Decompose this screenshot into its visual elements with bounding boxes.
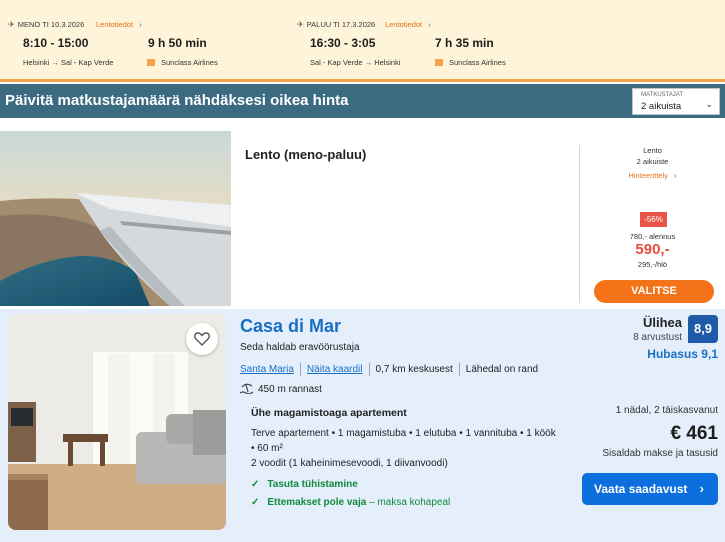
room-description: Terve apartement • 1 magamistuba • 1 elu… bbox=[251, 428, 556, 454]
comfort-score: Hubasus 9,1 bbox=[647, 347, 718, 361]
center-distance: 0,7 km keskusest bbox=[375, 364, 453, 375]
return-leg: ✈ PALUU TI 17.3.2026 Lentotiedot › 16:30 … bbox=[297, 0, 597, 78]
discount-text: 780,- alennus bbox=[629, 232, 676, 241]
passenger-update-banner: Päivitä matkustajamäärä nähdäksesi oikea… bbox=[0, 84, 725, 118]
return-title: ✈ PALUU TI 17.3.2026 bbox=[297, 20, 376, 29]
divider bbox=[458, 363, 460, 376]
select-flight-button[interactable]: VALITSE bbox=[594, 280, 714, 303]
free-cancellation-perk: ✓ Tasuta tühistamine bbox=[251, 479, 358, 490]
heart-icon bbox=[194, 332, 210, 346]
beach-icon bbox=[239, 383, 254, 395]
hotel-name-link[interactable]: Casa di Mar bbox=[240, 316, 341, 337]
see-availability-button[interactable]: Vaata saadavust › bbox=[582, 473, 718, 505]
flight-type-label: Lento (meno-paluu) bbox=[245, 147, 367, 162]
divider bbox=[299, 363, 301, 376]
rating-score-badge: 8,9 bbox=[688, 315, 718, 343]
check-icon: ✓ bbox=[251, 479, 260, 490]
tax-info: Sisaldab makse ja tasusid bbox=[602, 448, 718, 459]
page-root: ✈ MENO TI 10.3.2026 Lentotiedot › 8:10 - … bbox=[0, 0, 725, 542]
return-airline: Sunclass Airlines bbox=[435, 58, 506, 67]
check-icon: ✓ bbox=[251, 497, 260, 508]
beach-distance: 450 m rannast bbox=[239, 382, 322, 395]
flight-summary-header: ✈ MENO TI 10.3.2026 Lentotiedot › 8:10 - … bbox=[0, 0, 725, 82]
chevron-down-icon: ⌄ bbox=[705, 99, 713, 109]
outbound-duration: 9 h 50 min bbox=[148, 36, 207, 50]
hotel-price: € 461 bbox=[670, 423, 718, 444]
chevron-right-icon: › bbox=[699, 481, 704, 496]
banner-text: Päivitä matkustajamäärä nähdäksesi oikea… bbox=[5, 92, 349, 109]
outbound-leg: ✈ MENO TI 10.3.2026 Lentotiedot › 8:10 - … bbox=[8, 0, 288, 78]
return-time: 16:30 - 3:05 bbox=[310, 36, 376, 50]
room-beds: 2 voodit (1 kaheinimesevoodi, 1 diivanvo… bbox=[251, 458, 448, 469]
hotel-location-line: Santa Maria Näita kaardil 0,7 km keskuse… bbox=[240, 363, 538, 376]
outbound-title: ✈ MENO TI 10.3.2026 bbox=[8, 20, 85, 29]
flight-summary-title: Lento bbox=[643, 146, 662, 155]
return-route: Sal - Kap Verde → Helsinki bbox=[310, 58, 401, 67]
chevron-right-icon: › bbox=[139, 20, 142, 29]
rating-word: Ülihea bbox=[642, 315, 682, 330]
return-duration: 7 h 35 min bbox=[435, 36, 494, 50]
beach-note: Lähedal on rand bbox=[465, 364, 539, 375]
passenger-select-value: 2 aikuista bbox=[641, 101, 682, 112]
show-on-map-link[interactable]: Näita kaardil bbox=[307, 364, 363, 375]
area-link[interactable]: Santa Maria bbox=[240, 364, 294, 375]
return-details-link[interactable]: Lentotiedot › bbox=[385, 20, 431, 29]
passenger-select[interactable]: MATKUSTAJAT 2 aikuista ⌄ bbox=[632, 88, 720, 115]
airline-logo bbox=[435, 59, 443, 66]
divider bbox=[368, 363, 370, 376]
flight-price: 590,- bbox=[635, 241, 670, 258]
price-per-person: 295,-/hlö bbox=[637, 260, 668, 269]
airline-logo bbox=[147, 59, 155, 66]
price-breakdown-link[interactable]: Hinteerittely › bbox=[580, 171, 725, 180]
outbound-airline: Sunclass Airlines bbox=[147, 58, 218, 67]
hotel-operator: Seda haldab eravöörustaja bbox=[240, 342, 360, 353]
outbound-route: Helsinki → Sal - Kap Verde bbox=[23, 58, 114, 67]
flight-summary-pax: 2 aikuiste bbox=[636, 157, 669, 166]
plane-icon: ✈ bbox=[8, 20, 15, 29]
no-prepayment-perk: ✓ Ettemakset pole vaja – maksa kohapeal bbox=[251, 497, 451, 508]
chevron-right-icon: › bbox=[428, 20, 431, 29]
outbound-time: 8:10 - 15:00 bbox=[23, 36, 89, 50]
discount-badge: -56% bbox=[640, 212, 667, 227]
stay-info: 1 nädal, 2 täiskasvanut bbox=[615, 405, 718, 416]
outbound-details-link[interactable]: Lentotiedot › bbox=[96, 20, 142, 29]
plane-icon: ✈ bbox=[297, 20, 304, 29]
airplane-wing-photo bbox=[0, 131, 231, 306]
chevron-right-icon: › bbox=[674, 171, 677, 180]
favorite-button[interactable] bbox=[186, 323, 218, 355]
passenger-select-label: MATKUSTAJAT bbox=[641, 92, 683, 98]
room-type-title: Ühe magamistoaga apartement bbox=[251, 407, 407, 419]
divider bbox=[579, 145, 580, 303]
review-count[interactable]: 8 arvustust bbox=[600, 332, 682, 343]
